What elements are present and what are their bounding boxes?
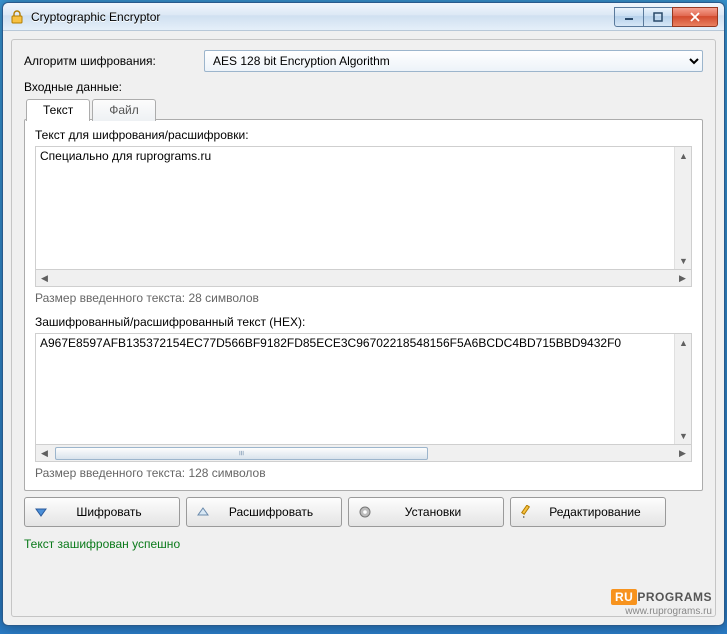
- logo-ru: RU: [611, 589, 637, 605]
- close-button[interactable]: [672, 7, 718, 27]
- algorithm-label: Алгоритм шифрования:: [24, 54, 204, 68]
- scrollbar-horizontal[interactable]: ◀ ▶: [35, 270, 692, 287]
- ciphertext-label: Зашифрованный/расшифрованный текст (HEX)…: [35, 315, 692, 329]
- scroll-left-icon[interactable]: ◀: [36, 270, 53, 287]
- status-message: Текст зашифрован успешно: [24, 537, 703, 551]
- scroll-down-icon[interactable]: ▼: [675, 252, 692, 269]
- tabs: Текст Файл: [26, 98, 703, 120]
- tab-file[interactable]: Файл: [92, 99, 156, 121]
- window-title: Cryptographic Encryptor: [31, 10, 615, 24]
- edit-button[interactable]: Редактирование: [510, 497, 666, 527]
- maximize-button[interactable]: [643, 7, 673, 27]
- settings-button[interactable]: Установки: [348, 497, 504, 527]
- window-controls: [615, 7, 718, 27]
- algorithm-row: Алгоритм шифрования: AES 128 bit Encrypt…: [24, 50, 703, 72]
- plaintext-input[interactable]: [36, 147, 674, 269]
- scroll-up-icon[interactable]: ▲: [675, 334, 692, 351]
- ciphertext-box: ▲ ▼: [35, 333, 692, 445]
- tab-text[interactable]: Текст: [26, 99, 90, 121]
- logo-url: www.ruprograms.ru: [611, 606, 712, 617]
- scroll-left-icon[interactable]: ◀: [36, 445, 53, 462]
- logo-programs: PROGRAMS: [637, 590, 712, 604]
- scroll-down-icon[interactable]: ▼: [675, 427, 692, 444]
- scrollbar-vertical[interactable]: ▲ ▼: [674, 334, 691, 444]
- action-buttons: Шифровать Расшифровать Установки: [24, 497, 703, 527]
- scroll-thumb[interactable]: [55, 447, 428, 460]
- plaintext-box: ▲ ▼: [35, 146, 692, 270]
- algorithm-select[interactable]: AES 128 bit Encryption Algorithm: [204, 50, 703, 72]
- scrollbar-vertical[interactable]: ▲ ▼: [674, 147, 691, 269]
- app-window: Cryptographic Encryptor Алгоритм шифрова…: [2, 2, 725, 626]
- scrollbar-horizontal[interactable]: ◀ ▶: [35, 445, 692, 462]
- plaintext-label: Текст для шифрования/расшифровки:: [35, 128, 692, 142]
- footer-logo: RUPROGRAMS www.ruprograms.ru: [611, 589, 712, 617]
- title-bar[interactable]: Cryptographic Encryptor: [3, 3, 724, 31]
- tab-panel-text: Текст для шифрования/расшифровки: ▲ ▼ ◀ …: [24, 119, 703, 491]
- lock-icon: [9, 9, 25, 25]
- decrypt-button[interactable]: Расшифровать: [186, 497, 342, 527]
- scroll-right-icon[interactable]: ▶: [674, 270, 691, 287]
- client-area: Алгоритм шифрования: AES 128 bit Encrypt…: [3, 31, 724, 625]
- encrypt-button[interactable]: Шифровать: [24, 497, 180, 527]
- scroll-track[interactable]: [53, 445, 674, 462]
- plaintext-size-label: Размер введенного текста: 28 символов: [35, 291, 692, 305]
- ciphertext-input[interactable]: [36, 334, 674, 444]
- input-data-label: Входные данные:: [24, 80, 703, 94]
- scroll-right-icon[interactable]: ▶: [674, 445, 691, 462]
- ciphertext-size-label: Размер введенного текста: 128 символов: [35, 466, 692, 480]
- scroll-up-icon[interactable]: ▲: [675, 147, 692, 164]
- minimize-button[interactable]: [614, 7, 644, 27]
- main-panel: Алгоритм шифрования: AES 128 bit Encrypt…: [11, 39, 716, 617]
